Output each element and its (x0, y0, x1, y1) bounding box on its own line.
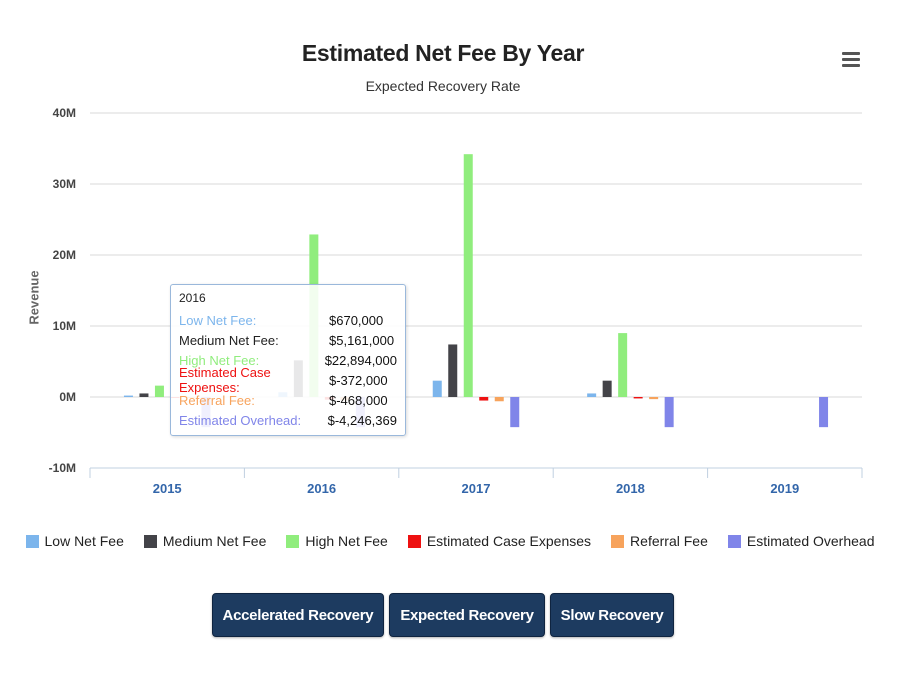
bar-low-net-fee (587, 393, 597, 397)
y-tick-label: -10M (49, 461, 76, 475)
tooltip-series-name: Low Net Fee: (179, 312, 257, 328)
y-tick-label: 40M (53, 106, 76, 120)
bar-referral-fee (649, 397, 659, 400)
tooltip-series-value: $670,000 (329, 312, 384, 328)
legend-item-estimated-overhead[interactable]: Estimated Overhead (727, 530, 875, 552)
tooltip-series-value: $-4,246,369 (327, 412, 397, 428)
bar-estimated-overhead (664, 397, 674, 428)
legend-item-referral-fee[interactable]: Referral Fee (611, 530, 708, 552)
bar-estimated-case-expenses (479, 397, 489, 401)
chart-tooltip: 2016 Low Net Fee: $670,000 Medium Net Fee:… (170, 284, 406, 436)
chart-container: 40M 30M 20M 10M 0M -10M 2015 2016 2017 2018 2019 E… (0, 0, 900, 580)
bar-high-net-fee (154, 385, 164, 397)
tooltip-rows: Low Net Fee: $670,000 Medium Net Fee: $5,16… (179, 310, 397, 430)
bar-medium-net-fee (602, 380, 612, 397)
y-tick-label: 20M (53, 248, 76, 262)
legend-label: Estimated Case Expenses (426, 533, 592, 549)
bar-low-net-fee (123, 395, 133, 397)
y-tick-label: 0M (59, 390, 76, 404)
tooltip-row: Referral Fee: $-468,000 (179, 390, 397, 410)
legend-swatch (611, 534, 625, 548)
x-tick-label: 2019 (770, 481, 799, 496)
bar-low-net-fee (432, 380, 442, 397)
tooltip-header: 2016 (179, 291, 206, 305)
x-tick-label: 2016 (307, 481, 336, 496)
slow-recovery-button[interactable]: Slow Recovery (549, 593, 675, 637)
legend-item-low-net-fee[interactable]: Low Net Fee (25, 530, 124, 552)
bar-high-net-fee (463, 154, 473, 397)
bar-high-net-fee (618, 333, 628, 397)
legend-swatch (25, 534, 39, 548)
tooltip-series-value: $22,894,000 (324, 352, 397, 368)
tooltip-series-name: Medium Net Fee: (179, 332, 279, 348)
y-axis-label: Revenue (26, 270, 42, 325)
legend-label: Low Net Fee (44, 533, 124, 549)
legend-swatch (727, 534, 741, 548)
legend-swatch (143, 534, 157, 548)
bar-medium-net-fee (448, 344, 458, 397)
tooltip-row: Medium Net Fee: $5,161,000 (179, 330, 397, 350)
bar-estimated-overhead (510, 397, 520, 428)
legend-swatch (286, 534, 300, 548)
legend-label: Referral Fee (630, 533, 708, 549)
expected-recovery-button[interactable]: Expected Recovery (389, 593, 545, 637)
legend-swatch (407, 534, 421, 548)
tooltip-series-name: Referral Fee: (179, 392, 255, 408)
x-tick-label: 2017 (462, 481, 491, 496)
legend-item-estimated-case-expenses[interactable]: Estimated Case Expenses (407, 530, 592, 552)
legend-item-high-net-fee[interactable]: High Net Fee (286, 530, 388, 552)
legend-label: Medium Net Fee (162, 533, 267, 549)
tooltip-series-value: $5,161,000 (329, 332, 395, 348)
accelerated-recovery-button[interactable]: Accelerated Recovery (211, 593, 385, 637)
tooltip-row: Estimated Case Expenses: $-372,000 (179, 365, 397, 395)
tooltip-row: Estimated Overhead: $-4,246,369 (179, 410, 397, 430)
tooltip-series-name: Estimated Overhead: (179, 412, 302, 428)
bar-estimated-case-expenses (633, 397, 643, 399)
chart-title: Estimated Net Fee By Year (301, 40, 585, 66)
recovery-button-group: Accelerated Recovery Expected Recovery S… (0, 593, 886, 637)
bar-referral-fee (494, 397, 504, 402)
tooltip-row: Low Net Fee: $670,000 (179, 310, 397, 330)
tooltip-series-value: $-468,000 (329, 392, 388, 408)
legend-label: High Net Fee (305, 533, 388, 549)
y-tick-label: 10M (53, 319, 76, 333)
x-tick-label: 2015 (153, 481, 182, 496)
legend-label: Estimated Overhead (746, 533, 875, 549)
chart-subtitle: Expected Recovery Rate (365, 78, 521, 94)
x-tick-label: 2018 (616, 481, 645, 496)
tooltip-series-name: Estimated Case Expenses: (179, 365, 271, 395)
tooltip-series-value: $-372,000 (329, 372, 388, 388)
hamburger-menu-icon[interactable] (842, 52, 860, 68)
legend-item-medium-net-fee[interactable]: Medium Net Fee (143, 530, 267, 552)
chart-legend: Low Net Fee Medium Net Fee High Net Fee Est… (0, 530, 900, 552)
bar-estimated-overhead (819, 397, 829, 428)
bar-medium-net-fee (139, 393, 149, 397)
y-tick-label: 30M (53, 177, 76, 191)
